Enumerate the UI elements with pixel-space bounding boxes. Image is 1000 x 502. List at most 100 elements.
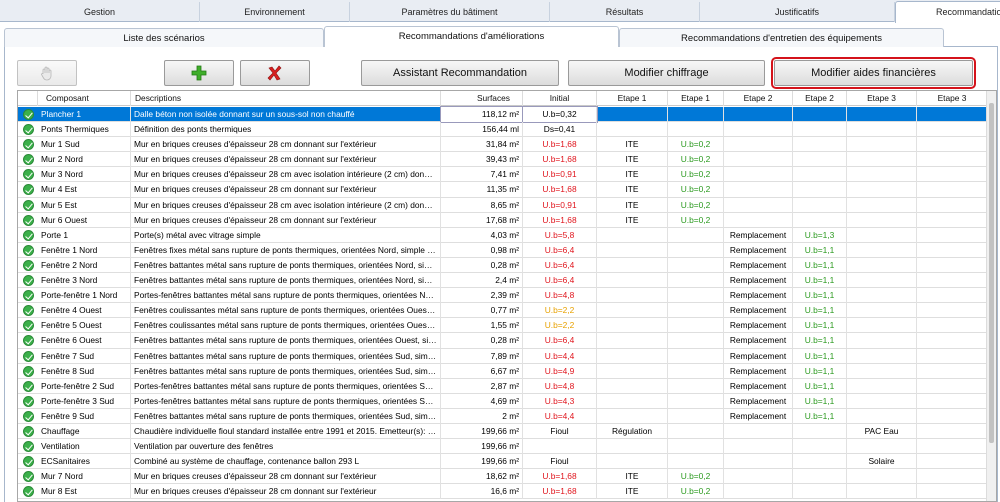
cell-etape3-action[interactable] xyxy=(847,333,917,349)
cell-etape2-action[interactable] xyxy=(724,484,793,500)
cell-etape2-value[interactable] xyxy=(793,122,847,138)
add-button[interactable] xyxy=(164,60,234,86)
cell-etape3-value[interactable] xyxy=(917,454,988,470)
cell-surface[interactable]: 199,66 m² xyxy=(441,439,523,455)
cell-initial[interactable]: U.b=4,4 xyxy=(523,408,597,424)
cell-etape3-value[interactable] xyxy=(917,408,988,424)
hand-tool-button[interactable] xyxy=(17,60,77,86)
cell-etape3-action[interactable] xyxy=(847,484,917,500)
cell-etape1-action[interactable]: ITE xyxy=(597,137,668,153)
cell-surface[interactable]: 2,4 m² xyxy=(441,273,523,289)
cell-etape2-value[interactable]: U.b=1,1 xyxy=(793,363,847,379)
cell-etape2-action[interactable]: Remplacement xyxy=(724,257,793,273)
cell-composant[interactable]: Fenêtre 1 Nord xyxy=(38,242,131,258)
cell-etape1-action[interactable]: ITE xyxy=(597,212,668,228)
cell-etape3-action[interactable] xyxy=(847,273,917,289)
cell-etape2-action[interactable]: Remplacement xyxy=(724,242,793,258)
cell-etape2-action[interactable] xyxy=(724,197,793,213)
cell-composant[interactable]: Fenêtre 2 Nord xyxy=(38,257,131,273)
cell-surface[interactable]: 17,68 m² xyxy=(441,212,523,228)
header-surfaces[interactable]: Surfaces xyxy=(441,91,523,106)
cell-etape2-value[interactable] xyxy=(793,152,847,168)
tab-justificatifs[interactable]: Justificatifs xyxy=(700,2,895,22)
cell-etape2-value[interactable]: U.b=1,1 xyxy=(793,333,847,349)
cell-etape2-action[interactable] xyxy=(724,107,793,122)
table-row[interactable]: Mur 7 Nord Mur en briques creuses d'épais… xyxy=(18,469,988,485)
header-etape1-a[interactable]: Etape 1 xyxy=(597,91,668,106)
cell-etape3-value[interactable] xyxy=(917,484,988,500)
cell-etape1-value[interactable] xyxy=(668,288,724,304)
cell-etape3-action[interactable] xyxy=(847,137,917,153)
cell-etape3-value[interactable] xyxy=(917,167,988,183)
cell-etape2-value[interactable] xyxy=(793,469,847,485)
cell-etape1-action[interactable] xyxy=(597,273,668,289)
cell-etape3-action[interactable] xyxy=(847,348,917,364)
cell-etape3-value[interactable] xyxy=(917,227,988,243)
cell-etape2-value[interactable] xyxy=(793,454,847,470)
cell-etape1-action[interactable]: ITE xyxy=(597,469,668,485)
cell-etape2-value[interactable]: U.b=1,1 xyxy=(793,288,847,304)
cell-etape2-value[interactable] xyxy=(793,423,847,439)
cell-etape1-action[interactable] xyxy=(597,257,668,273)
cell-surface[interactable]: 2,87 m² xyxy=(441,378,523,394)
cell-etape1-action[interactable] xyxy=(597,439,668,455)
cell-etape3-value[interactable] xyxy=(917,182,988,198)
cell-etape1-value[interactable]: U.b=0,2 xyxy=(668,137,724,153)
cell-etape1-value[interactable] xyxy=(668,454,724,470)
cell-etape2-value[interactable]: U.b=1,1 xyxy=(793,257,847,273)
cell-description[interactable]: Fenêtres coulissantes métal sans rupture… xyxy=(131,318,441,334)
cell-composant[interactable]: Mur 2 Nord xyxy=(38,152,131,168)
cell-etape2-value[interactable]: U.b=1,1 xyxy=(793,408,847,424)
cell-etape3-action[interactable] xyxy=(847,469,917,485)
modifier-aides-financieres-button[interactable]: Modifier aides financières xyxy=(771,57,976,89)
cell-etape1-value[interactable]: U.b=0,2 xyxy=(668,182,724,198)
cell-initial[interactable]: U.b=6,4 xyxy=(523,333,597,349)
cell-composant[interactable]: Plancher 1 xyxy=(38,107,131,122)
cell-initial[interactable]: U.b=6,4 xyxy=(523,242,597,258)
cell-etape1-action[interactable] xyxy=(597,227,668,243)
cell-description[interactable]: Chaudière individuelle fioul standard in… xyxy=(131,423,441,439)
cell-surface[interactable]: 199,66 m² xyxy=(441,454,523,470)
cell-etape3-value[interactable] xyxy=(917,378,988,394)
cell-composant[interactable]: Mur 8 Est xyxy=(38,484,131,500)
table-row[interactable]: Chauffage Chaudière individuelle fioul st… xyxy=(18,423,988,440)
cell-etape1-value[interactable] xyxy=(668,318,724,334)
cell-etape2-action[interactable]: Remplacement xyxy=(724,363,793,379)
tab-recommandations[interactable]: Recommandations xyxy=(895,1,1000,23)
cell-composant[interactable]: Mur 6 Ouest xyxy=(38,212,131,228)
cell-description[interactable]: Fenêtres battantes métal sans rupture de… xyxy=(131,363,441,379)
cell-etape1-value[interactable] xyxy=(668,439,724,455)
cell-etape2-action[interactable] xyxy=(724,167,793,183)
cell-description[interactable]: Porte(s) métal avec vitrage simple xyxy=(131,227,441,243)
table-row[interactable]: ECSanitaires Combiné au système de chauff… xyxy=(18,454,988,470)
cell-description[interactable]: Mur en briques creuses d'épaisseur 28 cm… xyxy=(131,469,441,485)
cell-etape2-value[interactable] xyxy=(793,137,847,153)
cell-description[interactable]: Fenêtres battantes métal sans rupture de… xyxy=(131,333,441,349)
cell-composant[interactable]: Fenêtre 3 Nord xyxy=(38,273,131,289)
cell-initial[interactable]: Fioul xyxy=(523,423,597,439)
cell-surface[interactable]: 8,65 m² xyxy=(441,197,523,213)
table-row[interactable]: Ponts Thermiques Définition des ponts the… xyxy=(18,122,988,138)
table-row[interactable]: Fenêtre 2 Nord Fenêtres battantes métal s… xyxy=(18,257,988,274)
cell-initial[interactable]: Ds=0,41 xyxy=(523,122,597,138)
table-row[interactable]: Fenêtre 1 Nord Fenêtres fixes métal sans … xyxy=(18,242,988,258)
cell-etape3-value[interactable] xyxy=(917,137,988,153)
cell-etape3-action[interactable] xyxy=(847,227,917,243)
cell-etape1-value[interactable]: U.b=0,2 xyxy=(668,469,724,485)
table-row[interactable]: Plancher 1 Dalle béton non isolée donnant… xyxy=(18,106,988,123)
cell-description[interactable]: Portes-fenêtres battantes métal sans rup… xyxy=(131,378,441,394)
cell-description[interactable]: Ventilation par ouverture des fenêtres xyxy=(131,439,441,455)
cell-etape3-action[interactable] xyxy=(847,303,917,319)
cell-etape1-value[interactable] xyxy=(668,393,724,409)
cell-etape1-action[interactable] xyxy=(597,122,668,138)
cell-description[interactable]: Fenêtres battantes métal sans rupture de… xyxy=(131,408,441,424)
cell-etape3-value[interactable] xyxy=(917,363,988,379)
cell-surface[interactable]: 0,77 m² xyxy=(441,303,523,319)
cell-etape3-value[interactable] xyxy=(917,393,988,409)
cell-composant[interactable]: Mur 4 Est xyxy=(38,182,131,198)
tab-recommandations-ameliorations[interactable]: Recommandations d'améliorations xyxy=(324,26,619,48)
cell-etape1-action[interactable]: ITE xyxy=(597,167,668,183)
cell-description[interactable]: Fenêtres coulissantes métal sans rupture… xyxy=(131,303,441,319)
cell-initial[interactable]: U.b=1,68 xyxy=(523,212,597,228)
delete-button[interactable] xyxy=(240,60,310,86)
